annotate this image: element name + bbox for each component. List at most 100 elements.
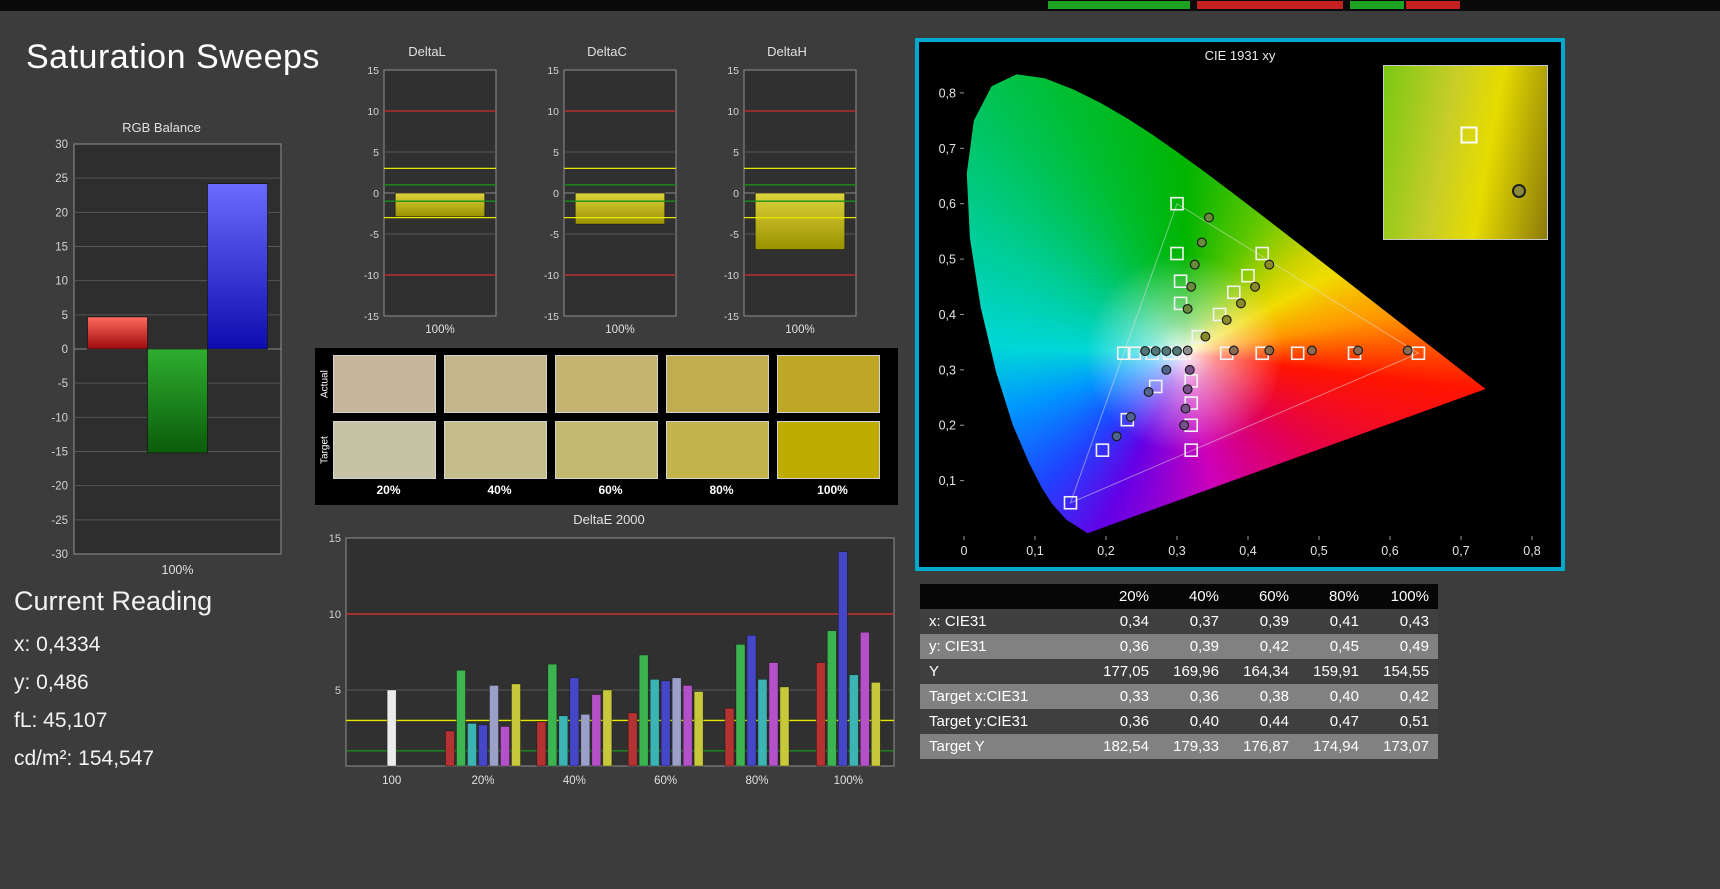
swatch-col-label: 60% <box>598 483 623 497</box>
table-row: Target y:CIE31 0,36 0,40 0,44 0,47 0,51 <box>920 709 1438 734</box>
svg-text:-5: -5 <box>550 229 559 241</box>
delta-l-chart: -15 -10 -5 0 5 10 15 100% <box>364 65 497 336</box>
svg-text:0,6: 0,6 <box>1381 544 1398 558</box>
svg-text:-10: -10 <box>51 412 68 424</box>
swatch-col-label: 80% <box>709 483 734 497</box>
delta-h-panel[interactable]: DeltaH -15 -10 -5 0 5 10 15 100% <box>712 44 862 348</box>
cie-panel[interactable]: 0 0,1 0,2 0,3 0,4 0,5 0,6 0,7 0,8 0,1 0,2 0,3 0,4 0,5… <box>915 38 1565 571</box>
svg-text:0,2: 0,2 <box>939 419 956 433</box>
swatch-actual-40% <box>444 355 547 413</box>
svg-text:30: 30 <box>55 139 68 151</box>
topbar <box>0 0 1720 11</box>
delta_l-bar <box>394 192 486 218</box>
svg-text:-10: -10 <box>724 270 739 282</box>
swatch-target-80% <box>666 421 769 479</box>
inset-measurement-marker <box>1512 183 1527 198</box>
rgb-balance-title: RGB Balance <box>122 120 201 135</box>
current-reading-x: x: 0,4334 <box>14 633 101 656</box>
svg-text:-15: -15 <box>364 311 379 323</box>
current-reading-y: y: 0,486 <box>14 671 89 694</box>
swatch-target-60% <box>555 421 658 479</box>
svg-text:5: 5 <box>373 147 379 159</box>
swatch-actual-100% <box>777 355 880 413</box>
current-reading-cdm2: cd/m²: 154,547 <box>14 747 155 770</box>
inset-target-marker <box>1460 126 1478 144</box>
swatch-actual-80% <box>666 355 769 413</box>
swatch-row-target: Target <box>317 420 898 480</box>
swatch-actual-60% <box>555 355 658 413</box>
svg-text:5: 5 <box>335 685 341 697</box>
delta-l-panel[interactable]: DeltaL -15 -10 -5 0 5 10 15 100% <box>352 44 502 348</box>
svg-text:0,8: 0,8 <box>939 86 956 100</box>
svg-text:15: 15 <box>547 65 559 77</box>
swatch-row-actual: Actual <box>317 354 898 414</box>
delta-l-title: DeltaL <box>408 44 446 59</box>
svg-text:80%: 80% <box>745 775 768 787</box>
svg-text:0,3: 0,3 <box>939 363 956 377</box>
svg-text:10: 10 <box>727 106 739 118</box>
svg-text:15: 15 <box>329 533 341 545</box>
svg-text:0,3: 0,3 <box>1168 544 1185 558</box>
svg-text:5: 5 <box>553 147 559 159</box>
cie-inset-zoom <box>1383 65 1548 240</box>
svg-text:0,6: 0,6 <box>939 197 956 211</box>
swatch-row-label: Actual <box>319 370 331 398</box>
svg-text:100%: 100% <box>605 324 634 336</box>
svg-text:40%: 40% <box>563 775 586 787</box>
svg-text:100: 100 <box>382 775 401 787</box>
svg-text:0: 0 <box>62 344 68 356</box>
svg-text:-5: -5 <box>58 378 68 390</box>
svg-text:0: 0 <box>553 188 559 200</box>
table-row: x: CIE31 0,34 0,37 0,39 0,41 0,43 <box>920 609 1438 634</box>
svg-text:-5: -5 <box>370 229 379 241</box>
delta-h-title: DeltaH <box>767 44 807 59</box>
current-reading-fl: fL: 45,107 <box>14 709 108 732</box>
svg-text:0,4: 0,4 <box>939 308 956 322</box>
svg-text:-15: -15 <box>724 311 739 323</box>
svg-text:60%: 60% <box>654 775 677 787</box>
svg-text:0: 0 <box>961 544 968 558</box>
swatch-target-20% <box>333 421 436 479</box>
svg-text:15: 15 <box>55 242 68 254</box>
swatch-target-100% <box>777 421 880 479</box>
svg-text:-10: -10 <box>364 270 379 282</box>
delta-h-chart: -15 -10 -5 0 5 10 15 100% <box>724 65 857 336</box>
topbar-segment-0[interactable] <box>1048 1 1190 9</box>
swatch-col-label: 20% <box>376 483 401 497</box>
gamut-triangle <box>1069 202 1420 504</box>
topbar-segment-1[interactable] <box>1197 1 1343 9</box>
svg-text:0,8: 0,8 <box>1523 544 1540 558</box>
svg-text:0: 0 <box>733 188 739 200</box>
topbar-segment-3[interactable] <box>1406 1 1460 9</box>
table-header-row: 20% 40% 60% 80% 100% <box>920 584 1438 609</box>
deltae-title: DeltaE 2000 <box>573 512 645 527</box>
delta-c-panel[interactable]: DeltaC -15 -10 -5 0 5 10 15 100% <box>532 44 682 348</box>
swatch-col-labels: 20% 40% 60% 80% 100% <box>333 483 898 497</box>
page-title: Saturation Sweeps <box>26 38 320 76</box>
deltae-chart: 5 10 15 100 20% 40% 60% 80% 100% <box>329 533 895 787</box>
svg-text:10: 10 <box>367 106 379 118</box>
topbar-segment-2[interactable] <box>1350 1 1404 9</box>
rgb-balance-panel[interactable]: RGB Balance -30 -25 -20 -15 -10 -5 0 5 10 15 20 25 3… <box>38 120 285 584</box>
swatch-target-40% <box>444 421 547 479</box>
delta_c-bar <box>574 192 666 225</box>
svg-text:20%: 20% <box>471 775 494 787</box>
svg-text:0,1: 0,1 <box>939 474 956 488</box>
svg-text:100%: 100% <box>162 563 194 577</box>
delta-c-chart: -15 -10 -5 0 5 10 15 100% <box>544 65 677 336</box>
svg-text:100%: 100% <box>785 324 814 336</box>
svg-text:10: 10 <box>547 106 559 118</box>
table-row: y: CIE31 0,36 0,39 0,42 0,45 0,49 <box>920 634 1438 659</box>
swatch-col-label: 100% <box>817 483 848 497</box>
cie-title: CIE 1931 xy <box>1204 48 1276 63</box>
svg-text:0,4: 0,4 <box>1239 544 1256 558</box>
deltae-panel[interactable]: DeltaE 2000 5 10 15 100 20% 40% 60% 80% 100% <box>318 512 900 798</box>
svg-text:-10: -10 <box>544 270 559 282</box>
calibration-screen: Saturation Sweeps RGB Balance -30 -25 -20-… <box>0 0 1720 889</box>
table-row: Target x:CIE31 0,33 0,36 0,38 0,40 0,42 <box>920 684 1438 709</box>
current-reading: Current Reading x: 0,4334 y: 0,486 fL: 4… <box>14 586 212 785</box>
swatch-actual-20% <box>333 355 436 413</box>
svg-text:0,5: 0,5 <box>1310 544 1327 558</box>
svg-text:-30: -30 <box>51 549 68 561</box>
svg-text:-25: -25 <box>51 515 68 527</box>
